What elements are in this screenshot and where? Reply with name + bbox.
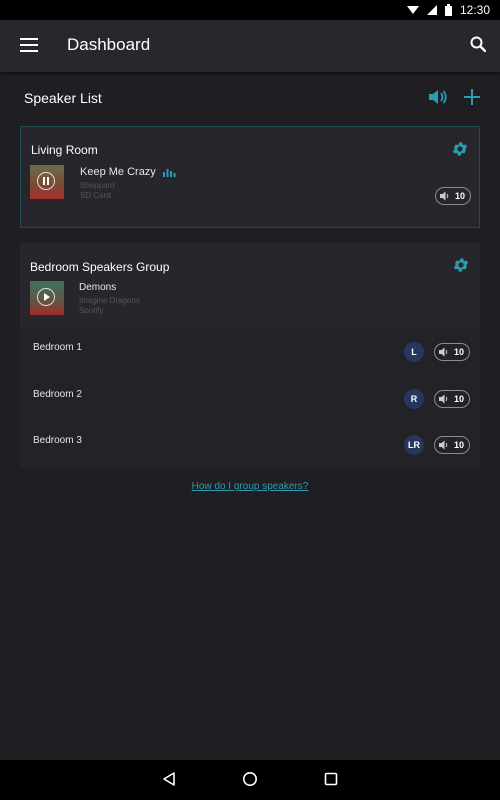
pause-icon [43, 177, 49, 185]
volume-control[interactable]: 10 [434, 390, 470, 408]
room-name: Living Room [31, 143, 98, 157]
speaker-name: Bedroom 3 [33, 435, 82, 446]
channel-badge[interactable]: L [404, 342, 424, 362]
list-item[interactable]: Bedroom 3 LR 10 [20, 422, 480, 468]
status-bar: 12:30 [0, 0, 500, 20]
group-header[interactable]: Bedroom Speakers Group Demons Imagine Dr… [20, 243, 480, 329]
song-title: Keep Me Crazy [80, 166, 156, 178]
volume-value: 10 [453, 440, 464, 450]
back-icon[interactable] [161, 771, 177, 787]
volume-value: 10 [454, 191, 465, 201]
page-title: Dashboard [67, 35, 151, 54]
wifi-icon [406, 6, 419, 14]
group-help-link[interactable]: How do I group speakers? [0, 481, 500, 492]
gear-icon[interactable] [452, 256, 470, 274]
add-icon[interactable] [464, 89, 480, 105]
play-icon [44, 293, 50, 301]
artist-name: Sheppard [80, 181, 115, 190]
speaker-icon [440, 191, 449, 201]
album-art [30, 165, 64, 199]
volume-control[interactable]: 10 [434, 343, 470, 361]
speaker-list-actions [428, 88, 480, 106]
artist-name: Imagine Dragons [79, 296, 140, 305]
speaker-icon [439, 347, 448, 357]
equalizer-icon [163, 169, 176, 177]
source-name: SD Card [80, 191, 111, 200]
source-name: Spotify [79, 306, 104, 315]
speaker-name: Bedroom 2 [33, 389, 82, 400]
clock: 12:30 [459, 3, 490, 17]
volume-value: 10 [453, 347, 464, 357]
app-bar: Dashboard [0, 20, 500, 72]
group-name: Bedroom Speakers Group [30, 260, 170, 274]
recents-icon[interactable] [323, 771, 339, 787]
volume-control[interactable]: 10 [435, 187, 471, 205]
navigation-bar [0, 760, 500, 800]
speaker-icon [439, 394, 448, 404]
list-item[interactable]: Bedroom 2 R 10 [20, 376, 480, 422]
group-speaker-list: Bedroom 1 L 10 Bedroom 2 R 10 Bedroom 3 … [20, 329, 480, 468]
song-title: Demons [79, 282, 117, 293]
bedroom-group-card: Bedroom Speakers Group Demons Imagine Dr… [20, 243, 480, 468]
play-button[interactable] [37, 288, 55, 306]
speaker-name: Bedroom 1 [33, 342, 82, 353]
gear-icon[interactable] [451, 140, 469, 158]
album-art [30, 281, 64, 315]
home-icon[interactable] [242, 771, 258, 787]
speaker-icon [439, 440, 448, 450]
volume-value: 10 [453, 394, 464, 404]
channel-badge[interactable]: LR [404, 435, 424, 455]
volume-icon[interactable] [428, 88, 448, 106]
menu-icon[interactable] [20, 38, 38, 52]
battery-icon [444, 4, 452, 16]
volume-control[interactable]: 10 [434, 436, 470, 454]
cellular-icon [426, 5, 437, 15]
list-item[interactable]: Bedroom 1 L 10 [20, 329, 480, 375]
speaker-list-title: Speaker List [24, 90, 102, 106]
channel-badge[interactable]: R [404, 389, 424, 409]
search-icon[interactable] [470, 36, 486, 52]
living-room-card[interactable]: Living Room Keep Me Crazy Sheppard SD Ca… [20, 126, 480, 228]
pause-button[interactable] [37, 172, 55, 190]
